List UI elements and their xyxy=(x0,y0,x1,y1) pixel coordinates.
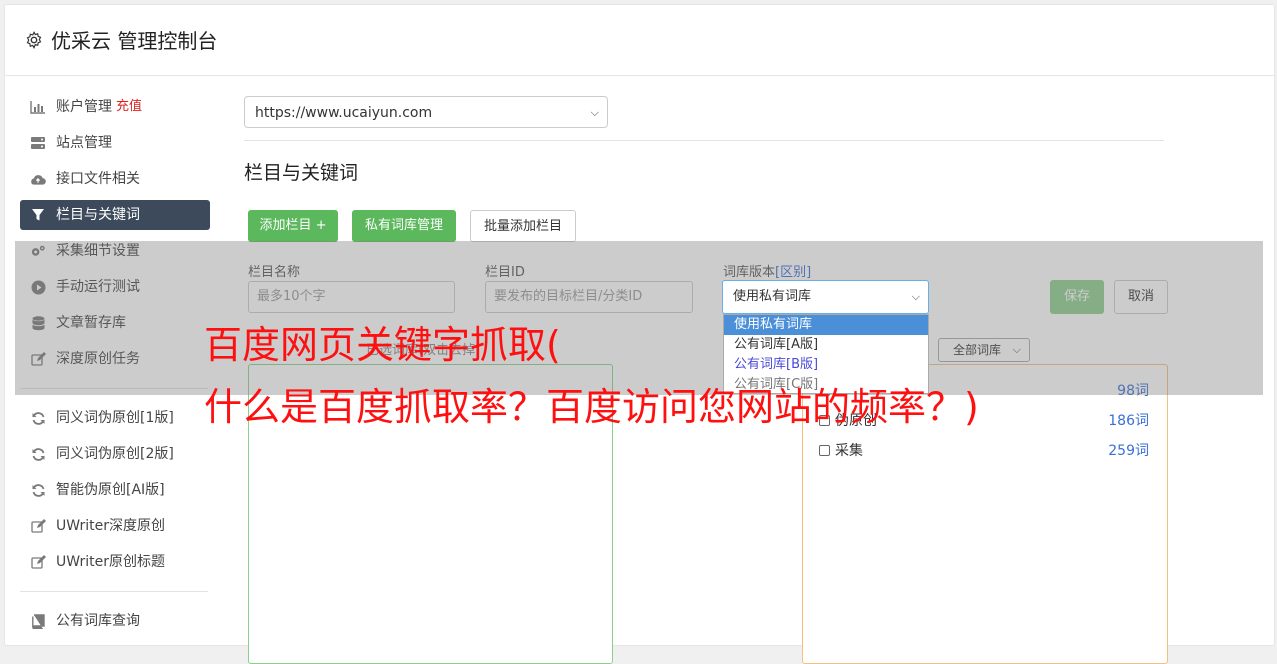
sidebar-item-synonym-v1[interactable]: 同义词伪原创[1版] xyxy=(20,403,210,433)
sidebar-item-sites[interactable]: 站点管理 xyxy=(20,128,210,158)
version-select-value: 使用私有词库 xyxy=(733,289,812,304)
edit-icon xyxy=(30,518,46,534)
private-lib-button[interactable]: 私有词库管理 xyxy=(352,210,456,242)
edit-icon xyxy=(30,554,46,570)
sidebar-item-label: 站点管理 xyxy=(56,135,112,151)
dropdown-option[interactable]: 使用私有词库 xyxy=(724,315,928,335)
sidebar-item-label: 栏目与关键词 xyxy=(56,207,140,223)
page-title: 优采云 管理控制台 xyxy=(51,29,218,53)
book-icon xyxy=(30,613,46,629)
sidebar-item-label: UWriter原创标题 xyxy=(56,554,165,570)
site-select-value: https://www.ucaiyun.com xyxy=(255,105,433,121)
lib-name: 采集 xyxy=(835,443,863,459)
site-select[interactable]: https://www.ucaiyun.com ⌵ xyxy=(244,96,608,128)
sidebar-item-public-lib[interactable]: 公有词库查询 xyxy=(20,606,210,636)
filter-icon xyxy=(30,207,46,223)
cloud-upload-icon xyxy=(30,171,46,187)
sidebar-item-label: 智能伪原创[AI版] xyxy=(56,482,165,498)
sidebar-item-synonym-v2[interactable]: 同义词伪原创[2版] xyxy=(20,439,210,469)
sidebar-item-uwriter-title[interactable]: UWriter原创标题 xyxy=(20,547,210,577)
batch-add-button[interactable]: 批量添加栏目 xyxy=(470,210,576,242)
refresh-icon xyxy=(30,482,46,498)
list-item[interactable]: 采集 259词 xyxy=(819,440,1149,460)
version-select[interactable]: 使用私有词库 ⌵ xyxy=(722,280,929,314)
sidebar-item-label: 同义词伪原创[1版] xyxy=(56,410,174,426)
sidebar-item-label: 接口文件相关 xyxy=(56,171,140,187)
sidebar-item-columns[interactable]: 栏目与关键词 xyxy=(20,200,210,230)
add-column-button[interactable]: 添加栏目 + xyxy=(248,210,338,242)
sidebar-item-uwriter-deep[interactable]: UWriter深度原创 xyxy=(20,511,210,541)
modal-overlay xyxy=(15,241,1263,395)
chevron-down-icon: ⌵ xyxy=(911,290,920,303)
checkbox[interactable] xyxy=(819,444,830,456)
bar-chart-icon xyxy=(30,99,46,115)
header: 优采云 管理控制台 xyxy=(5,5,1274,76)
sidebar-item-label: 同义词伪原创[2版] xyxy=(56,446,174,462)
recharge-link[interactable]: 充值 xyxy=(116,92,142,122)
chevron-down-icon: ⌵ xyxy=(590,106,599,119)
sidebar-item-label: 账户管理 xyxy=(56,99,112,115)
watermark-line-2: 什么是百度抓取率？百度访问您网站的频率？) xyxy=(204,385,979,429)
gear-icon xyxy=(26,30,42,49)
server-icon xyxy=(30,135,46,151)
dropdown-option[interactable]: 公有词库[B版] xyxy=(724,355,928,375)
sidebar-item-account[interactable]: 账户管理 充值 xyxy=(20,92,210,122)
section-title: 栏目与关键词 xyxy=(244,162,359,184)
refresh-icon xyxy=(30,410,46,426)
sidebar-item-label: 公有词库查询 xyxy=(56,613,140,629)
sidebar-item-label: UWriter深度原创 xyxy=(56,518,165,534)
lib-count: 259词 xyxy=(1108,443,1149,459)
sidebar-item-ai-original[interactable]: 智能伪原创[AI版] xyxy=(20,475,210,505)
divider xyxy=(244,140,1164,141)
refresh-icon xyxy=(30,446,46,462)
dropdown-option[interactable]: 公有词库[A版] xyxy=(724,335,928,355)
lib-count: 186词 xyxy=(1108,413,1149,429)
version-dropdown: 使用私有词库 公有词库[A版] 公有词库[B版] 公有词库[C版] xyxy=(723,314,929,394)
header-title: 优采云 管理控制台 xyxy=(25,25,217,54)
sidebar-divider xyxy=(20,591,208,592)
sidebar-item-interface[interactable]: 接口文件相关 xyxy=(20,164,210,194)
watermark-line-1: 百度网页关键字抓取( xyxy=(204,323,561,367)
